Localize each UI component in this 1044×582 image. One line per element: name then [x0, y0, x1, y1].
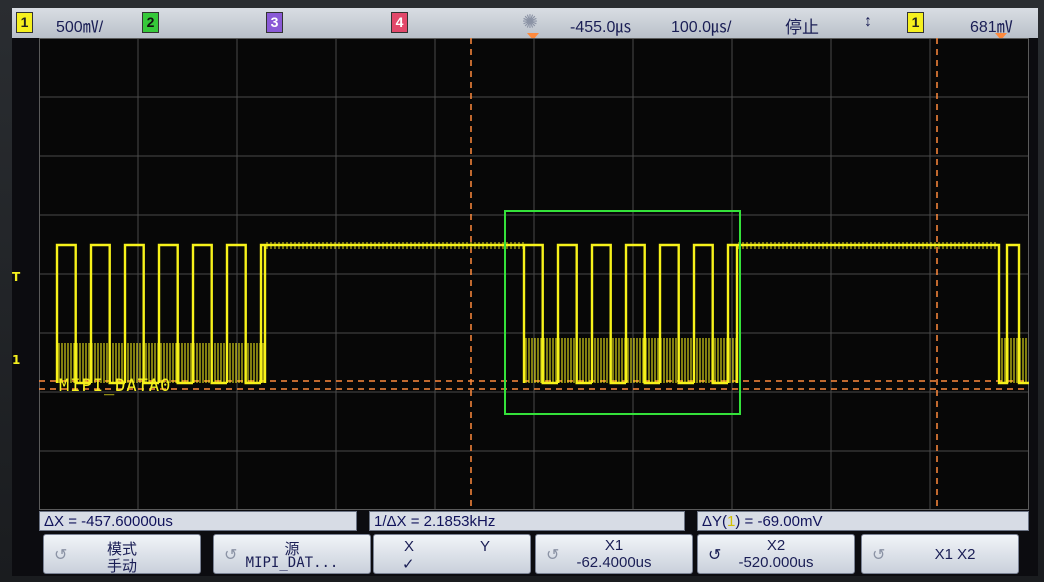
delta-x-readout: ΔX = -457.60000us [39, 511, 357, 531]
channel-3-badge[interactable]: 3 [266, 12, 283, 33]
mode-softkey[interactable]: ↺ 模式 手动 [43, 534, 201, 575]
delta-y-readout: ΔY(1) = -69.00mV [697, 511, 1029, 531]
trigger-marker: T [12, 270, 21, 284]
knob-icon: ↺ [872, 547, 886, 564]
trigger-source-badge[interactable]: 1 [907, 12, 924, 33]
x1-value: -62.4000us [576, 554, 652, 571]
softkey-bar: ↺ 模式 手动 ↺ 源 MIPI_DAT... X Y ✓ ↺ X1 -62.4… [39, 534, 1029, 576]
x1x2-softkey[interactable]: ↺ X1 X2 [861, 534, 1019, 574]
timebase-value[interactable]: 100.0㎲/ [671, 13, 732, 37]
delay-value[interactable]: -455.0㎲ [570, 13, 631, 37]
trace-label: MIPI_DATA0 [59, 376, 172, 396]
trace-mipi-data0 [55, 242, 1029, 385]
oscilloscope-screen: 1 500㎷/ 2 3 4 ✺ -455.0㎲ 100.0㎲/ 停止 ↕ 1 6… [12, 8, 1038, 576]
status-bar: 1 500㎷/ 2 3 4 ✺ -455.0㎲ 100.0㎲/ 停止 ↕ 1 6… [12, 8, 1038, 40]
y-label: Y [480, 538, 491, 555]
run-state[interactable]: 停止 [785, 13, 819, 38]
channel-1-scale[interactable]: 500㎷/ [56, 13, 103, 37]
ground-marker: 1 [12, 353, 21, 367]
mode-value: 手动 [106, 558, 137, 575]
x1x2-label: X1 X2 [934, 546, 976, 563]
inverse-delta-x-readout: 1/ΔX = 2.1853kHz [369, 511, 685, 531]
graticule [39, 38, 1029, 510]
x2-softkey[interactable]: ↺ X2 -520.000us [697, 534, 855, 574]
channel-1-badge[interactable]: 1 [16, 12, 33, 33]
updown-arrow-icon: ↕ [864, 13, 872, 30]
dy-prefix: ΔY( [702, 513, 728, 530]
source-softkey[interactable]: ↺ 源 MIPI_DAT... [213, 534, 371, 574]
x1-label: X1 [604, 537, 624, 554]
channel-4-badge[interactable]: 4 [391, 12, 408, 33]
x-label: X [404, 538, 415, 555]
x2-value: -520.000us [738, 554, 814, 571]
x2-label: X2 [766, 537, 786, 554]
trigger-sun-icon: ✺ [522, 12, 538, 33]
waveform-display[interactable]: MIPI_DATA0 [39, 38, 1029, 510]
measurement-readouts: ΔX = -457.60000us 1/ΔX = 2.1853kHz ΔY(1)… [39, 511, 1029, 531]
dy-suffix: ) = -69.00mV [735, 513, 823, 530]
checkmark-icon: ✓ [402, 556, 415, 573]
xy-softkey[interactable]: X Y ✓ [373, 534, 531, 574]
waveform-svg [39, 38, 1029, 510]
source-value: MIPI_DAT... [245, 555, 339, 571]
x1-softkey[interactable]: ↺ X1 -62.4000us [535, 534, 693, 574]
channel-2-badge[interactable]: 2 [142, 12, 159, 33]
